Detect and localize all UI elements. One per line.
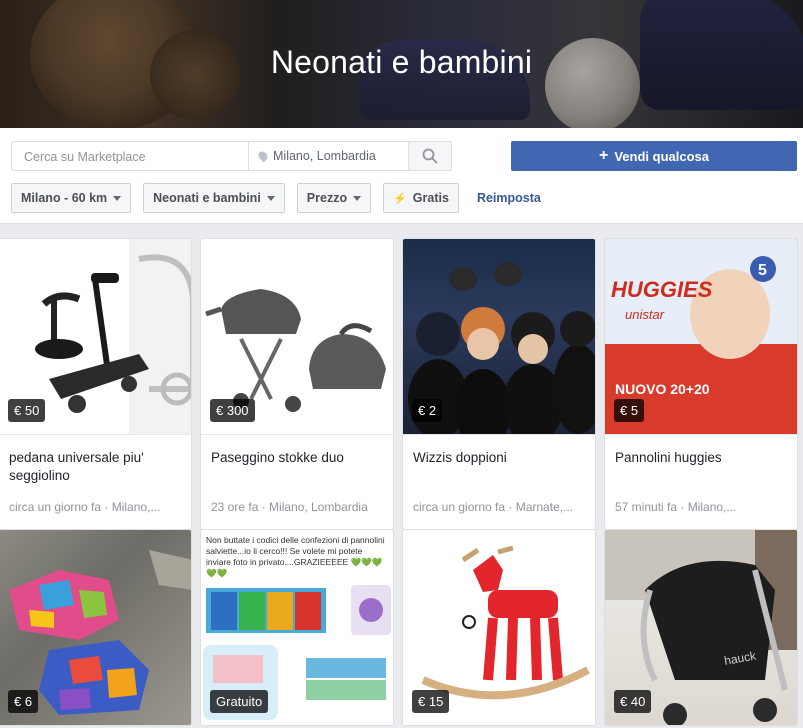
lightning-icon: ⚡ bbox=[393, 192, 407, 205]
listing-card[interactable]: € 15 bbox=[402, 529, 596, 726]
listing-card[interactable]: € 300 Paseggino stokke duo 23 ore fa · M… bbox=[200, 238, 394, 530]
price-badge: € 300 bbox=[210, 399, 255, 422]
category-banner: Neonati e bambini bbox=[0, 0, 803, 128]
filter-label: Prezzo bbox=[306, 191, 348, 205]
location-field[interactable]: Milano, Lombardia bbox=[249, 142, 409, 170]
listing-title: Wizzis doppioni bbox=[413, 450, 507, 465]
listing-title: Pannolini huggies bbox=[615, 450, 722, 465]
listing-photo: € 2 bbox=[403, 239, 595, 434]
listing-title: pedana universale piu' seggiolino bbox=[9, 450, 144, 483]
listing-meta: circa un giorno fa · Marnate,... bbox=[413, 500, 574, 514]
filter-bar: Milano - 60 km Neonati e bambini Prezzo … bbox=[11, 183, 541, 213]
caret-down-icon bbox=[266, 195, 275, 201]
price-filter[interactable]: Prezzo bbox=[296, 183, 372, 213]
free-filter[interactable]: ⚡ Gratis bbox=[383, 183, 459, 213]
reset-filters-link[interactable]: Reimposta bbox=[477, 191, 541, 205]
price-badge: € 50 bbox=[8, 399, 46, 422]
caret-down-icon bbox=[113, 195, 122, 201]
price-badge: € 15 bbox=[412, 690, 450, 713]
promo-text: NUOVO 20+20 bbox=[615, 381, 710, 397]
sell-button-label: Vendi qualcosa bbox=[614, 148, 709, 164]
listing-photo: Non buttate i codici delle confezioni di… bbox=[201, 530, 393, 725]
listing-card[interactable]: Non buttate i codici delle confezioni di… bbox=[200, 529, 394, 726]
category-filter[interactable]: Neonati e bambini bbox=[143, 183, 285, 213]
listing-card[interactable]: HUGGIES unistar 5 NUOVO 20+20 € 5 Pannol… bbox=[604, 238, 798, 530]
location-pin-icon bbox=[256, 149, 270, 163]
listing-meta: 57 minuti fa · Milano,... bbox=[615, 500, 737, 514]
search-icon bbox=[422, 148, 438, 164]
listing-info: Paseggino stokke duo 23 ore fa · Milano,… bbox=[201, 434, 393, 529]
listing-info: pedana universale piu' seggiolino circa … bbox=[0, 434, 191, 529]
location-radius-filter[interactable]: Milano - 60 km bbox=[11, 183, 132, 213]
listing-photo: € 6 bbox=[0, 530, 191, 725]
location-label: Milano, Lombardia bbox=[273, 149, 376, 163]
price-badge: € 2 bbox=[412, 399, 443, 422]
search-button[interactable] bbox=[409, 142, 451, 170]
price-badge: € 40 bbox=[614, 690, 652, 713]
product-line-text: unistar bbox=[625, 307, 665, 322]
size-text: 5 bbox=[758, 262, 767, 279]
price-badge: Gratuito bbox=[210, 690, 269, 713]
caret-down-icon bbox=[353, 195, 362, 201]
search-box: Cerca su Marketplace Milano, Lombardia bbox=[11, 141, 452, 171]
listing-meta: circa un giorno fa · Milano,... bbox=[9, 500, 161, 514]
listing-photo: € 15 bbox=[403, 530, 595, 725]
listing-meta: 23 ore fa · Milano, Lombardia bbox=[211, 500, 368, 514]
listing-info: Pannolini huggies 57 minuti fa · Milano,… bbox=[605, 434, 797, 529]
filter-label: Gratis bbox=[412, 191, 449, 205]
search-input[interactable]: Cerca su Marketplace bbox=[12, 142, 249, 170]
sell-something-button[interactable]: + Vendi qualcosa bbox=[511, 141, 797, 171]
price-badge: € 6 bbox=[8, 690, 39, 713]
listing-card[interactable]: € 50 pedana universale piu' seggiolino c… bbox=[0, 238, 192, 530]
plus-icon: + bbox=[599, 147, 609, 164]
listing-card[interactable]: € 6 bbox=[0, 529, 192, 726]
brand-text: HUGGIES bbox=[611, 277, 713, 302]
listing-photo: € 50 bbox=[0, 239, 191, 434]
filter-label: Milano - 60 km bbox=[21, 191, 108, 205]
listing-card[interactable]: € 2 Wizzis doppioni circa un giorno fa ·… bbox=[402, 238, 596, 530]
marketplace-toolbar: Cerca su Marketplace Milano, Lombardia +… bbox=[0, 128, 803, 224]
price-badge: € 5 bbox=[614, 399, 645, 422]
category-title: Neonati e bambini bbox=[270, 44, 533, 80]
listing-title: Paseggino stokke duo bbox=[211, 450, 344, 465]
listing-photo: € 300 bbox=[201, 239, 393, 434]
listing-card[interactable]: hauck € 40 bbox=[604, 529, 798, 726]
listing-photo: hauck € 40 bbox=[605, 530, 797, 725]
listing-info: Wizzis doppioni circa un giorno fa · Mar… bbox=[403, 434, 595, 529]
listing-photo: HUGGIES unistar 5 NUOVO 20+20 € 5 bbox=[605, 239, 797, 434]
filter-label: Neonati e bambini bbox=[153, 191, 261, 205]
